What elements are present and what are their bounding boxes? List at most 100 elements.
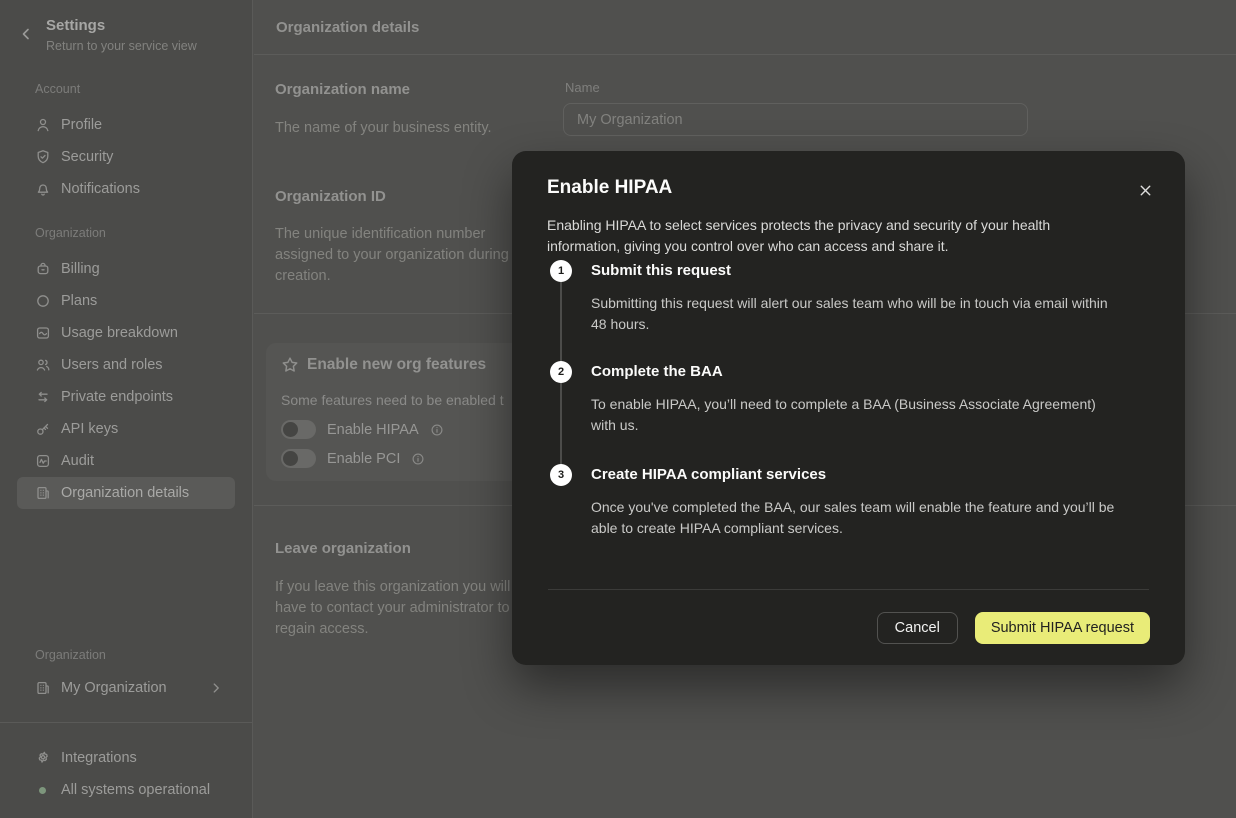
modal-buttons: Cancel Submit HIPAA request [877, 612, 1150, 644]
step-body: Once you've completed the BAA, our sales… [591, 497, 1153, 539]
org-switcher-label: My Organization [61, 680, 167, 696]
sidebar-item-label: Notifications [61, 181, 140, 197]
back-button[interactable] [18, 25, 36, 43]
account-nav: Profile Security Notifications [0, 109, 252, 205]
pulse-icon [35, 453, 51, 469]
sidebar-item-usage-breakdown[interactable]: Usage breakdown [17, 317, 235, 349]
info-icon[interactable] [430, 423, 444, 437]
building-icon [35, 680, 51, 696]
features-card-header: Enable new org features [281, 356, 486, 374]
shield-icon [35, 149, 51, 165]
building-icon [35, 485, 51, 501]
sidebar-item-plans[interactable]: Plans [17, 285, 235, 317]
status-label: All systems operational [61, 782, 210, 798]
bag-icon [35, 261, 51, 277]
toggle-knob [283, 422, 298, 437]
org-id-description: The unique identification number assigne… [275, 224, 509, 287]
sidebar-item-label: Integrations [61, 750, 137, 766]
enable-hipaa-modal: Enable HIPAA Enabling HIPAA to select se… [512, 151, 1185, 665]
user-icon [35, 117, 51, 133]
section-label-org-switcher: Organization [35, 648, 106, 662]
features-card-title: Enable new org features [307, 356, 486, 374]
name-field-label: Name [565, 80, 600, 95]
sidebar-item-users-and-roles[interactable]: Users and roles [17, 349, 235, 381]
settings-sidebar: Settings Return to your service view Acc… [0, 0, 253, 818]
toggle-label: Enable PCI [327, 451, 400, 467]
sidebar-item-billing[interactable]: Billing [17, 253, 235, 285]
key-icon [35, 421, 51, 437]
step-2: 2 Complete the BAA To enable HIPAA, you’… [550, 361, 1153, 436]
step-title: Complete the BAA [591, 361, 1153, 383]
step-number-badge: 1 [550, 260, 572, 282]
main-header: Organization details [254, 0, 1236, 55]
sidebar-item-label: Plans [61, 293, 97, 309]
close-icon [1138, 183, 1153, 198]
org-name-title: Organization name [275, 81, 410, 98]
hipaa-toggle-row: Enable HIPAA [281, 420, 444, 439]
users-icon [35, 357, 51, 373]
sidebar-footer: Integrations All systems operational [0, 742, 252, 806]
sidebar-item-label: Private endpoints [61, 389, 173, 405]
page-title: Organization details [276, 19, 419, 36]
leave-org-title: Leave organization [275, 540, 411, 557]
org-switcher-my-organization[interactable]: My Organization [17, 672, 235, 704]
sidebar-item-notifications[interactable]: Notifications [17, 173, 235, 205]
step-number-badge: 3 [550, 464, 572, 486]
sidebar-item-label: Security [61, 149, 113, 165]
status-dot [39, 787, 46, 794]
modal-title: Enable HIPAA [547, 177, 672, 199]
app-root: Settings Return to your service view Acc… [0, 0, 1236, 818]
arrows-icon [35, 389, 51, 405]
section-label-account: Account [35, 82, 80, 96]
integrations-cog-icon [35, 750, 51, 766]
step-3: 3 Create HIPAA compliant services Once y… [550, 464, 1153, 539]
sidebar-item-profile[interactable]: Profile [17, 109, 235, 141]
sidebar-item-label: Users and roles [61, 357, 163, 373]
sidebar-item-label: Audit [61, 453, 94, 469]
sidebar-item-label: API keys [61, 421, 118, 437]
bell-icon [35, 181, 51, 197]
step-number-badge: 2 [550, 361, 572, 383]
sidebar-item-api-keys[interactable]: API keys [17, 413, 235, 445]
sidebar-item-integrations[interactable]: Integrations [17, 742, 235, 774]
sidebar-item-label: Usage breakdown [61, 325, 178, 341]
section-label-organization: Organization [35, 226, 106, 240]
org-switcher-group: My Organization [0, 672, 252, 704]
modal-close-button[interactable] [1134, 179, 1156, 201]
modal-description: Enabling HIPAA to select services protec… [547, 215, 1107, 257]
circle-icon [35, 293, 51, 309]
sidebar-footer-divider [0, 722, 252, 723]
sidebar-item-organization-details[interactable]: Organization details [17, 477, 235, 509]
org-id-title: Organization ID [275, 188, 386, 205]
sidebar-item-security[interactable]: Security [17, 141, 235, 173]
organization-nav: Billing Plans Usage breakdown Users and … [0, 253, 252, 509]
enable-pci-toggle[interactable] [281, 449, 316, 468]
toggle-knob [283, 451, 298, 466]
star-icon [281, 356, 299, 374]
submit-hipaa-request-button[interactable]: Submit HIPAA request [975, 612, 1150, 644]
sidebar-item-label: Profile [61, 117, 102, 133]
org-name-description: The name of your business entity. [275, 118, 492, 139]
cancel-button[interactable]: Cancel [877, 612, 958, 644]
sidebar-item-private-endpoints[interactable]: Private endpoints [17, 381, 235, 413]
settings-subtitle: Return to your service view [46, 39, 197, 53]
pci-toggle-row: Enable PCI [281, 449, 425, 468]
sidebar-item-label: Organization details [61, 485, 189, 501]
step-title: Submit this request [591, 260, 1153, 282]
step-1: 1 Submit this request Submitting this re… [550, 260, 1153, 335]
organization-name-input[interactable] [563, 103, 1028, 136]
toggle-label: Enable HIPAA [327, 422, 419, 438]
settings-title: Settings [46, 17, 105, 34]
chevron-right-icon [209, 681, 223, 695]
chevron-left-icon [18, 26, 36, 42]
modal-footer-divider [548, 589, 1149, 590]
info-icon[interactable] [411, 452, 425, 466]
sidebar-item-audit[interactable]: Audit [17, 445, 235, 477]
leave-org-description: If you leave this organization you will … [275, 577, 510, 640]
step-body: Submitting this request will alert our s… [591, 293, 1153, 335]
step-body: To enable HIPAA, you’ll need to complete… [591, 394, 1153, 436]
enable-hipaa-toggle[interactable] [281, 420, 316, 439]
sidebar-item-label: Billing [61, 261, 100, 277]
status-link[interactable]: All systems operational [17, 774, 235, 806]
features-card-description: Some features need to be enabled t [281, 392, 504, 408]
